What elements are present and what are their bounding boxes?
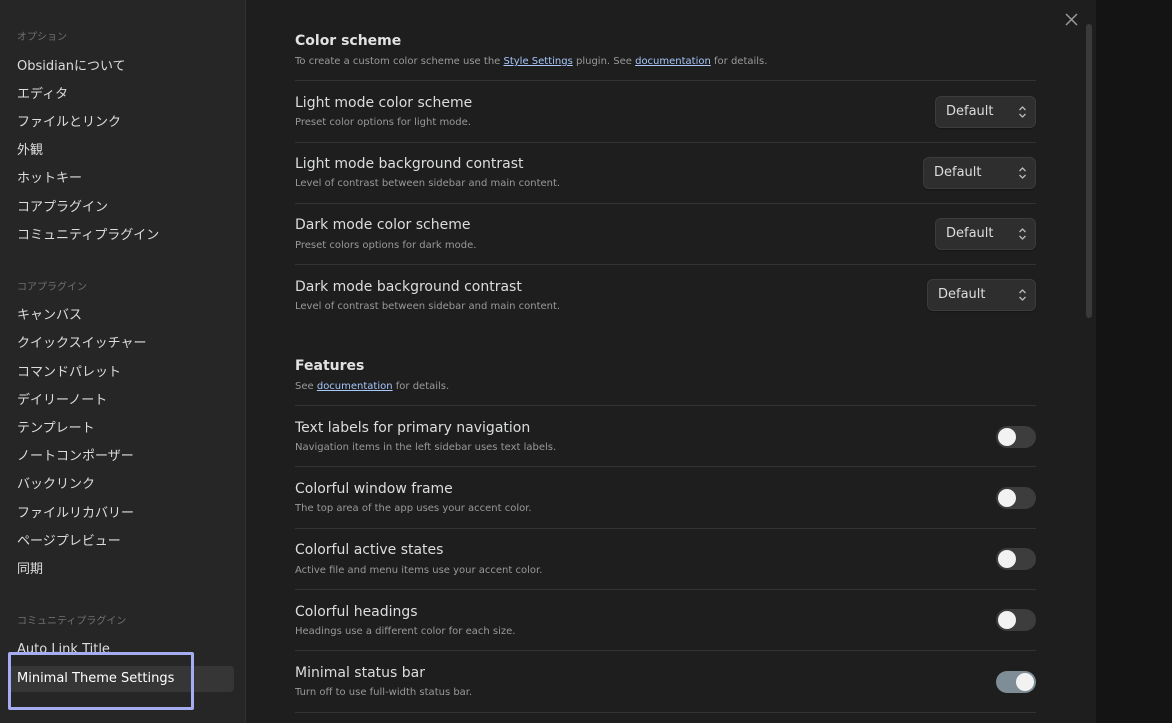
sidebar-item-hotkeys[interactable]: ホットキー — [8, 166, 234, 192]
sidebar-item-files-links[interactable]: ファイルとリンク — [8, 110, 234, 136]
style-settings-link[interactable]: Style Settings — [503, 56, 572, 67]
divider — [295, 203, 1036, 204]
setting-description: Level of contrast between sidebar and ma… — [295, 301, 561, 312]
scrollbar-thumb[interactable] — [1086, 24, 1092, 318]
divider — [295, 405, 1036, 406]
sidebar-item-note-composer[interactable]: ノートコンポーザー — [8, 444, 234, 470]
desc-text: for details. — [710, 56, 768, 67]
desc-text: plugin. See — [572, 56, 636, 67]
divider — [295, 528, 1036, 529]
sidebar-item-page-preview[interactable]: ページプレビュー — [8, 529, 234, 555]
setting-description: Active file and menu items use your acce… — [295, 565, 543, 576]
divider — [295, 264, 1036, 265]
sidebar-item-templates[interactable]: テンプレート — [8, 416, 234, 442]
toggle-knob — [1016, 673, 1034, 691]
sidebar-item-file-recovery[interactable]: ファイルリカバリー — [8, 501, 234, 527]
chevron-up-down-icon — [1019, 106, 1026, 118]
chevron-up-down-icon — [1019, 228, 1026, 240]
features-description: See documentation for details. — [295, 381, 449, 392]
close-button[interactable] — [1060, 8, 1082, 30]
setting-title: Dark mode color scheme — [295, 217, 471, 233]
desc-text: To create a custom color scheme use the — [295, 56, 504, 67]
dropdown-value: Default — [934, 165, 982, 180]
toggle-knob — [998, 550, 1016, 568]
colorful-active-states-toggle[interactable] — [996, 548, 1036, 570]
setting-description: Level of contrast between sidebar and ma… — [295, 178, 561, 189]
sidebar-item-quick-switcher[interactable]: クイックスイッチャー — [8, 331, 234, 357]
setting-description: The top area of the app uses your accent… — [295, 503, 532, 514]
divider — [295, 142, 1036, 143]
sidebar-item-command-palette[interactable]: コマンドパレット — [8, 360, 234, 386]
sidebar-item-sync[interactable]: 同期 — [8, 557, 234, 583]
features-documentation-link[interactable]: documentation — [317, 381, 393, 392]
toggle-knob — [998, 489, 1016, 507]
close-icon — [1064, 12, 1078, 26]
setting-title: Colorful window frame — [295, 481, 453, 497]
sidebar-item-canvas[interactable]: キャンバス — [8, 303, 234, 329]
light-mode-background-contrast-dropdown[interactable]: Default — [923, 157, 1036, 189]
setting-title: Colorful headings — [295, 604, 418, 620]
toggle-knob — [998, 428, 1016, 446]
sidebar-item-core-plugins[interactable]: コアプラグイン — [8, 195, 234, 221]
divider — [295, 589, 1036, 590]
text-labels-toggle[interactable] — [996, 426, 1036, 448]
sidebar-item-auto-link-title[interactable]: Auto Link Title — [8, 637, 234, 663]
setting-description: Preset colors options for dark mode. — [295, 240, 477, 251]
setting-title: Minimal status bar — [295, 665, 425, 681]
sidebar-section-core-plugins: コアプラグイン — [17, 282, 87, 293]
settings-content: Color scheme To create a custom color sc… — [247, 0, 1096, 723]
background-pane — [1096, 0, 1172, 723]
setting-description: Turn off to use full-width status bar. — [295, 687, 473, 698]
setting-title: Dark mode background contrast — [295, 279, 522, 295]
dropdown-value: Default — [946, 226, 994, 241]
features-heading: Features — [295, 358, 365, 374]
toggle-knob — [998, 611, 1016, 629]
setting-title: Light mode color scheme — [295, 95, 473, 111]
chevron-up-down-icon — [1019, 167, 1026, 179]
divider — [295, 712, 1036, 713]
sidebar-item-minimal-theme-settings[interactable]: Minimal Theme Settings — [8, 666, 234, 692]
settings-sidebar: オプション Obsidianについて エディタ ファイルとリンク 外観 ホットキ… — [0, 0, 246, 723]
sidebar-section-options: オプション — [17, 32, 67, 43]
desc-text: See — [295, 381, 317, 392]
color-scheme-heading: Color scheme — [295, 33, 402, 49]
setting-title: Colorful active states — [295, 542, 444, 558]
divider — [295, 80, 1036, 81]
dark-mode-background-contrast-dropdown[interactable]: Default — [927, 279, 1036, 311]
sidebar-item-editor[interactable]: エディタ — [8, 82, 234, 108]
documentation-link[interactable]: documentation — [635, 56, 711, 67]
setting-description: Headings use a different color for each … — [295, 626, 516, 637]
dark-mode-color-scheme-dropdown[interactable]: Default — [935, 218, 1036, 250]
colorful-headings-toggle[interactable] — [996, 609, 1036, 631]
setting-description: Navigation items in the left sidebar use… — [295, 442, 557, 453]
divider — [295, 466, 1036, 467]
sidebar-section-community-plugins: コミュニティプラグイン — [17, 616, 127, 627]
dropdown-value: Default — [946, 104, 994, 119]
dropdown-value: Default — [938, 287, 986, 302]
light-mode-color-scheme-dropdown[interactable]: Default — [935, 96, 1036, 128]
setting-title: Light mode background contrast — [295, 156, 524, 172]
sidebar-item-backlinks[interactable]: バックリンク — [8, 472, 234, 498]
colorful-window-frame-toggle[interactable] — [996, 487, 1036, 509]
minimal-status-bar-toggle[interactable] — [996, 671, 1036, 693]
setting-title: Text labels for primary navigation — [295, 420, 531, 436]
chevron-up-down-icon — [1019, 289, 1026, 301]
color-scheme-description: To create a custom color scheme use the … — [295, 56, 767, 67]
setting-description: Preset color options for light mode. — [295, 117, 471, 128]
sidebar-item-daily-notes[interactable]: デイリーノート — [8, 388, 234, 414]
sidebar-item-appearance[interactable]: 外観 — [8, 138, 234, 164]
sidebar-item-about[interactable]: Obsidianについて — [8, 54, 234, 80]
sidebar-item-community-plugins[interactable]: コミュニティプラグイン — [8, 223, 234, 249]
divider — [295, 650, 1036, 651]
desc-text: for details. — [392, 381, 450, 392]
